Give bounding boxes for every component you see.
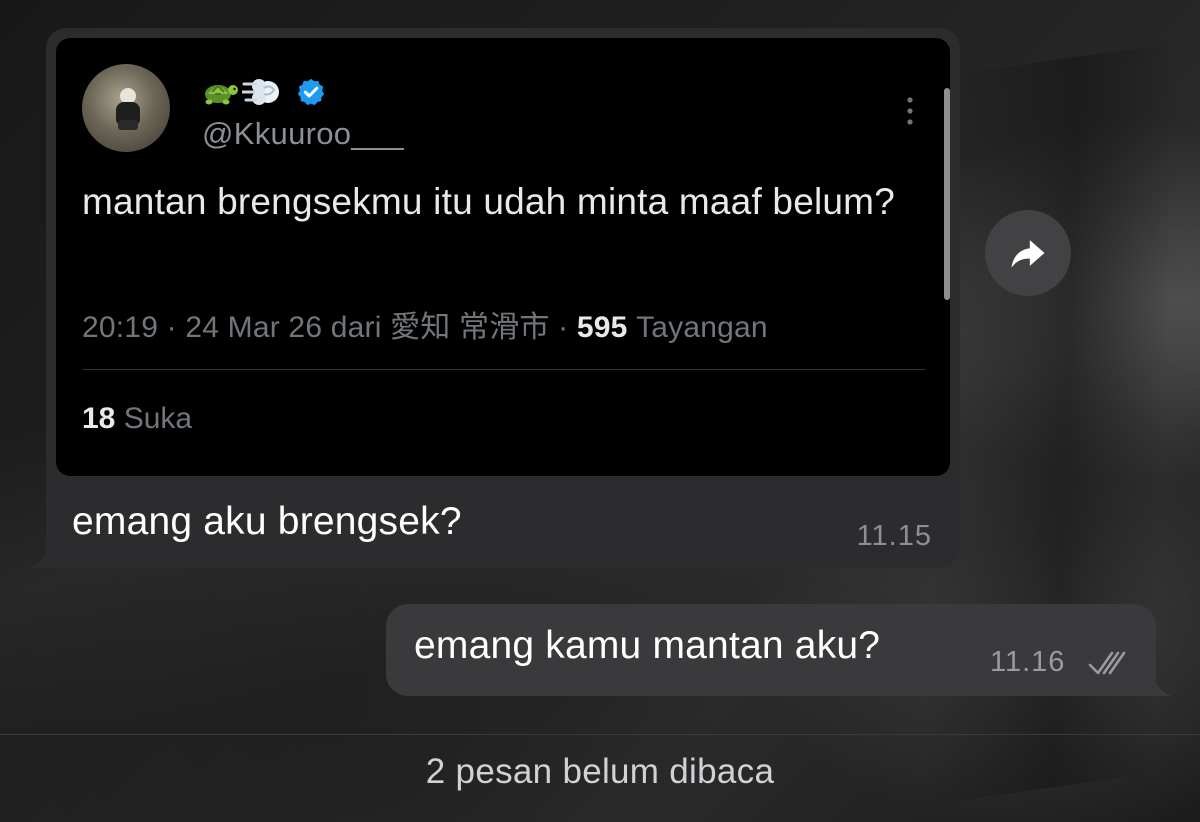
display-name — [200, 74, 326, 110]
outgoing-message-text: emang kamu mantan aku? — [414, 624, 881, 667]
likes-count: 18 — [82, 402, 116, 435]
tweet-handle[interactable]: @Kkuuroo___ — [202, 116, 404, 152]
tweet-meta-prefix: 20:19 · 24 Mar 26 dari 愛知 常滑市 · — [82, 311, 577, 344]
views-count: 595 — [576, 311, 628, 344]
share-button[interactable] — [985, 210, 1071, 296]
verified-badge-icon — [297, 78, 325, 106]
unread-messages-notice[interactable]: 2 pesan belum dibaca — [0, 752, 1200, 792]
shared-tweet-card[interactable]: @Kkuuroo___ mantan brengsekmu itu udah m… — [56, 38, 950, 476]
turtle-icon — [205, 84, 238, 105]
share-forward-icon — [1011, 240, 1045, 268]
double-check-icon — [1088, 651, 1126, 675]
tweet-likes[interactable]: 18 Suka — [82, 402, 192, 436]
outgoing-message-time: 11.16 — [990, 646, 1066, 678]
scrollbar[interactable] — [944, 88, 950, 300]
views-label: Tayangan — [627, 311, 768, 344]
outgoing-message-bubble[interactable]: emang kamu mantan aku? 11.16 — [386, 604, 1156, 696]
tweet-text: mantan brengsekmu itu udah minta maaf be… — [82, 181, 895, 222]
likes-label: Suka — [115, 402, 193, 435]
unread-divider — [0, 734, 1200, 735]
incoming-message-text: emang aku brengsek? — [72, 500, 462, 543]
incoming-message-time: 11.15 — [856, 520, 932, 552]
tweet-divider — [82, 369, 926, 370]
incoming-message-bubble[interactable]: @Kkuuroo___ mantan brengsekmu itu udah m… — [46, 28, 960, 568]
avatar-figure-legs — [118, 120, 138, 130]
avatar[interactable] — [82, 64, 170, 152]
tweet-meta: 20:19 · 24 Mar 26 dari 愛知 常滑市 · 595 Taya… — [82, 302, 768, 346]
more-vertical-icon[interactable] — [900, 94, 920, 128]
dash-icon — [242, 79, 279, 105]
